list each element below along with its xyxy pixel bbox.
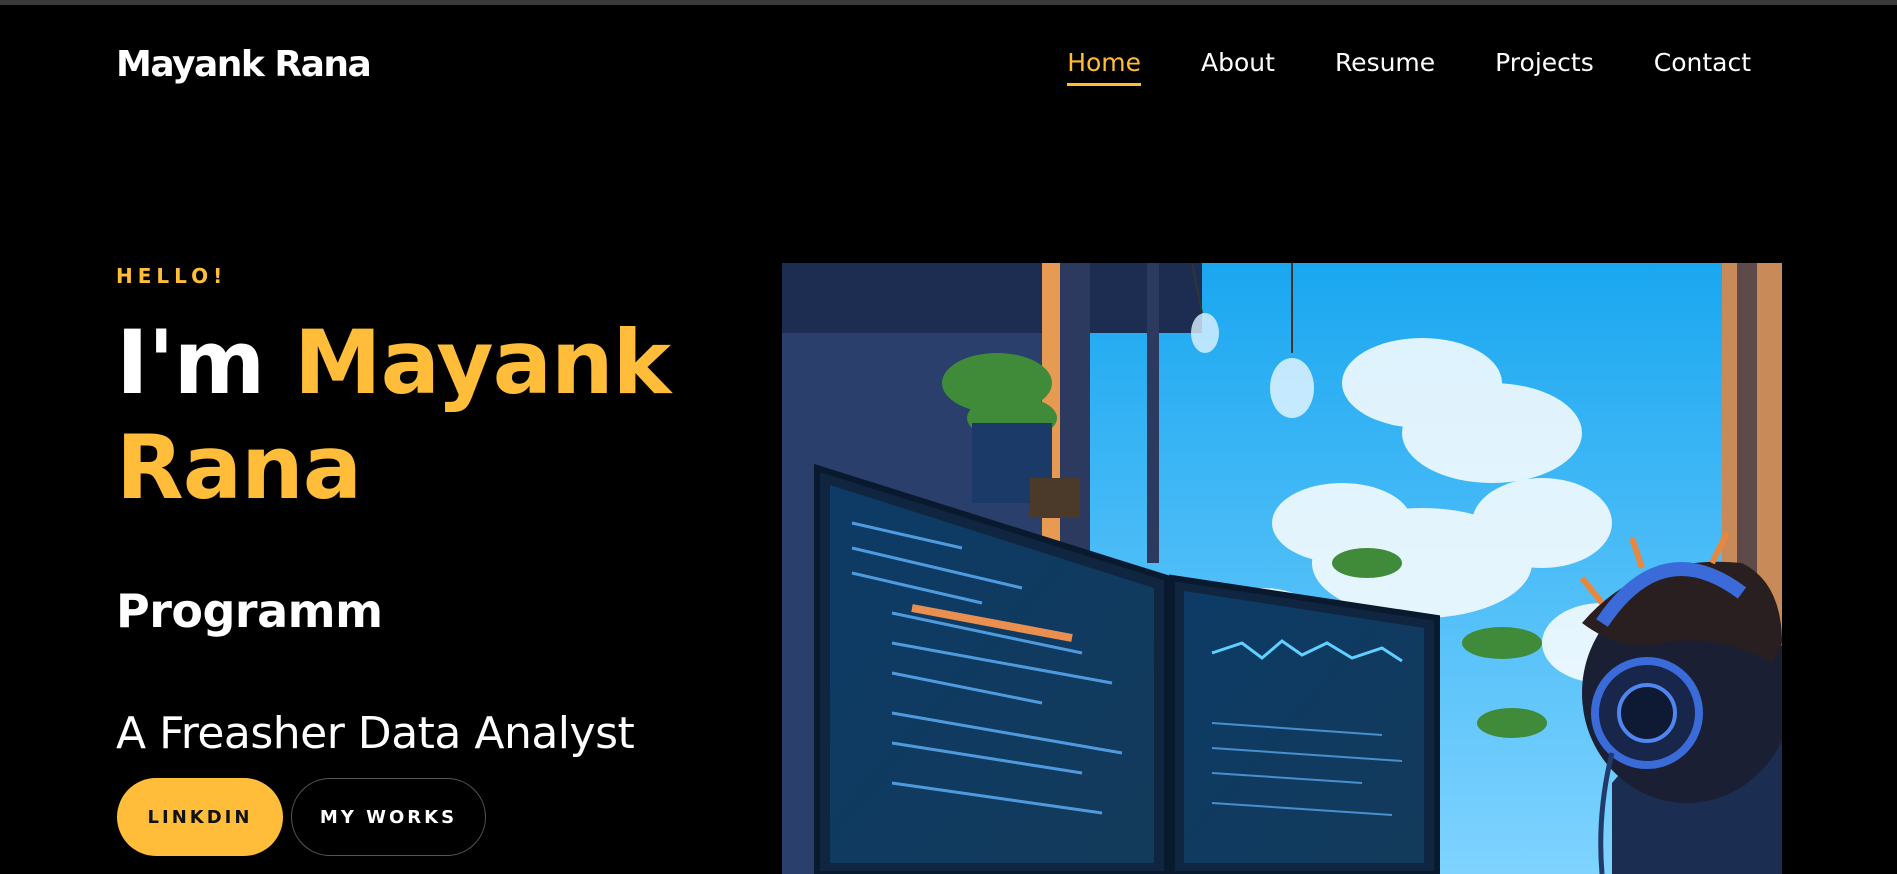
- nav-contact[interactable]: Contact: [1654, 48, 1751, 85]
- nav-about[interactable]: About: [1201, 48, 1275, 85]
- hero-intro: I'm: [116, 311, 265, 414]
- hero-greeting: HELLO!: [116, 264, 228, 288]
- hero-illustration-image: [782, 263, 1782, 874]
- window-top-bar: [0, 0, 1897, 5]
- hero-name-first: Mayank: [294, 311, 671, 414]
- hero-illustration: [782, 263, 1782, 874]
- nav-resume[interactable]: Resume: [1335, 48, 1435, 85]
- hero-headline: I'm Mayank Rana: [116, 310, 756, 520]
- my-works-button[interactable]: MY WORKS: [291, 778, 486, 856]
- nav-projects[interactable]: Projects: [1495, 48, 1594, 85]
- hero-role: Programm: [116, 584, 383, 638]
- hero-section: HELLO! I'm Mayank Rana Programm A Freash…: [116, 264, 756, 759]
- main-nav: Home About Resume Projects Contact: [1067, 48, 1751, 86]
- hero-name-last: Rana: [116, 416, 362, 519]
- hero-tagline: A Freasher Data Analyst: [116, 708, 635, 759]
- hero-buttons: LINKDIN MY WORKS: [117, 778, 486, 856]
- linkedin-button[interactable]: LINKDIN: [117, 778, 283, 856]
- nav-home[interactable]: Home: [1067, 48, 1141, 86]
- site-logo[interactable]: Mayank Rana: [116, 44, 372, 85]
